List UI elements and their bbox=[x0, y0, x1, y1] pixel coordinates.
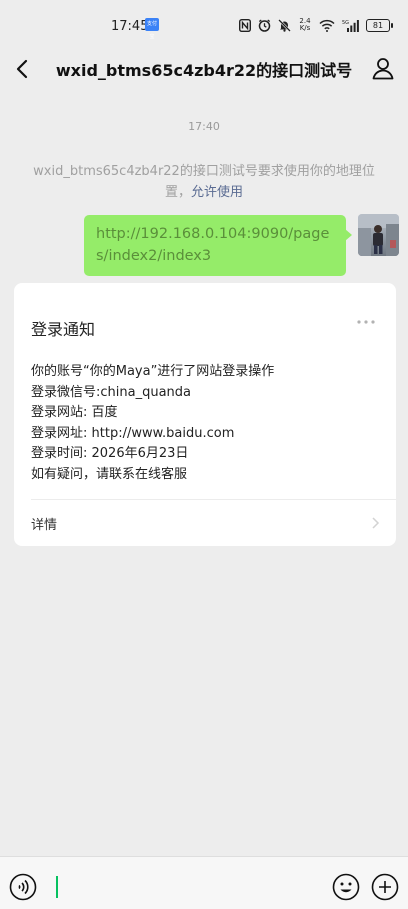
sent-message-bubble[interactable]: http://192.168.0.104:9090/pages/index2/i… bbox=[84, 215, 346, 276]
message-input[interactable] bbox=[46, 866, 314, 902]
emoji-button[interactable] bbox=[332, 873, 360, 901]
mute-icon bbox=[278, 18, 291, 32]
card-line-account: 你的账号“你的Maya”进行了网站登录操作 bbox=[31, 364, 275, 379]
card-title: 登录通知 bbox=[31, 320, 96, 339]
text-caret bbox=[56, 876, 58, 898]
network-speed: 2.4 K/s bbox=[298, 18, 312, 32]
card-line-site: 登录网站: 百度 bbox=[31, 405, 118, 420]
input-bar bbox=[0, 856, 408, 909]
emoji-icon bbox=[332, 873, 360, 901]
back-button[interactable] bbox=[10, 54, 38, 84]
login-notice-card[interactable]: 登录通知 你的账号“你的Maya”进行了网站登录操作 登录微信号:china_q… bbox=[14, 283, 396, 546]
chevron-left-icon bbox=[16, 59, 28, 79]
chat-title: wxid_btms65c4zb4r22的接口测试号 bbox=[55, 61, 353, 80]
plus-icon bbox=[371, 873, 399, 901]
status-bar: 17:45 支付宝 2.4 K/s 5G 81 bbox=[0, 0, 408, 50]
card-line-url: 登录网址: http://www.baidu.com bbox=[31, 425, 235, 441]
person-icon bbox=[372, 58, 394, 80]
wifi-icon bbox=[319, 19, 335, 32]
battery-icon: 81 bbox=[366, 18, 393, 32]
card-divider bbox=[31, 499, 396, 500]
more-options-icon[interactable] bbox=[356, 314, 376, 328]
location-permission-note: wxid_btms65c4zb4r22的接口测试号要求使用你的地理位置，允许使用 bbox=[28, 161, 380, 203]
avatar-photo bbox=[358, 214, 399, 256]
app-badge: 支付宝 bbox=[145, 18, 159, 40]
card-line-wechat-id: 登录微信号:china_quanda bbox=[31, 384, 191, 400]
bubble-tail bbox=[345, 229, 352, 241]
card-body: 你的账号“你的Maya”进行了网站登录操作 登录微信号:china_quanda… bbox=[31, 362, 274, 485]
status-icons: 2.4 K/s 5G 81 bbox=[239, 17, 393, 33]
card-line-help: 如有疑问，请联系在线客服 bbox=[31, 466, 188, 482]
chat-info-button[interactable] bbox=[370, 55, 396, 81]
network-speed-unit: K/s bbox=[299, 24, 311, 32]
title-bar: wxid_btms65c4zb4r22的接口测试号 bbox=[0, 46, 408, 92]
voice-button[interactable] bbox=[9, 873, 37, 901]
chevron-right-icon bbox=[370, 515, 380, 529]
message-timestamp: 17:40 bbox=[188, 120, 220, 133]
voice-icon bbox=[9, 873, 37, 901]
nfc-icon bbox=[239, 18, 251, 32]
avatar[interactable] bbox=[358, 214, 399, 256]
more-actions-button[interactable] bbox=[371, 873, 399, 901]
alarm-icon bbox=[258, 18, 271, 32]
allow-location-link[interactable]: 允许使用 bbox=[191, 185, 243, 200]
status-time: 17:45 bbox=[111, 19, 149, 34]
card-details-link[interactable]: 详情 bbox=[31, 514, 57, 533]
svg-text:5G: 5G bbox=[342, 20, 349, 26]
signal-icon: 5G bbox=[342, 19, 359, 32]
card-line-time: 登录时间: 2026年6月23日 bbox=[31, 446, 189, 461]
